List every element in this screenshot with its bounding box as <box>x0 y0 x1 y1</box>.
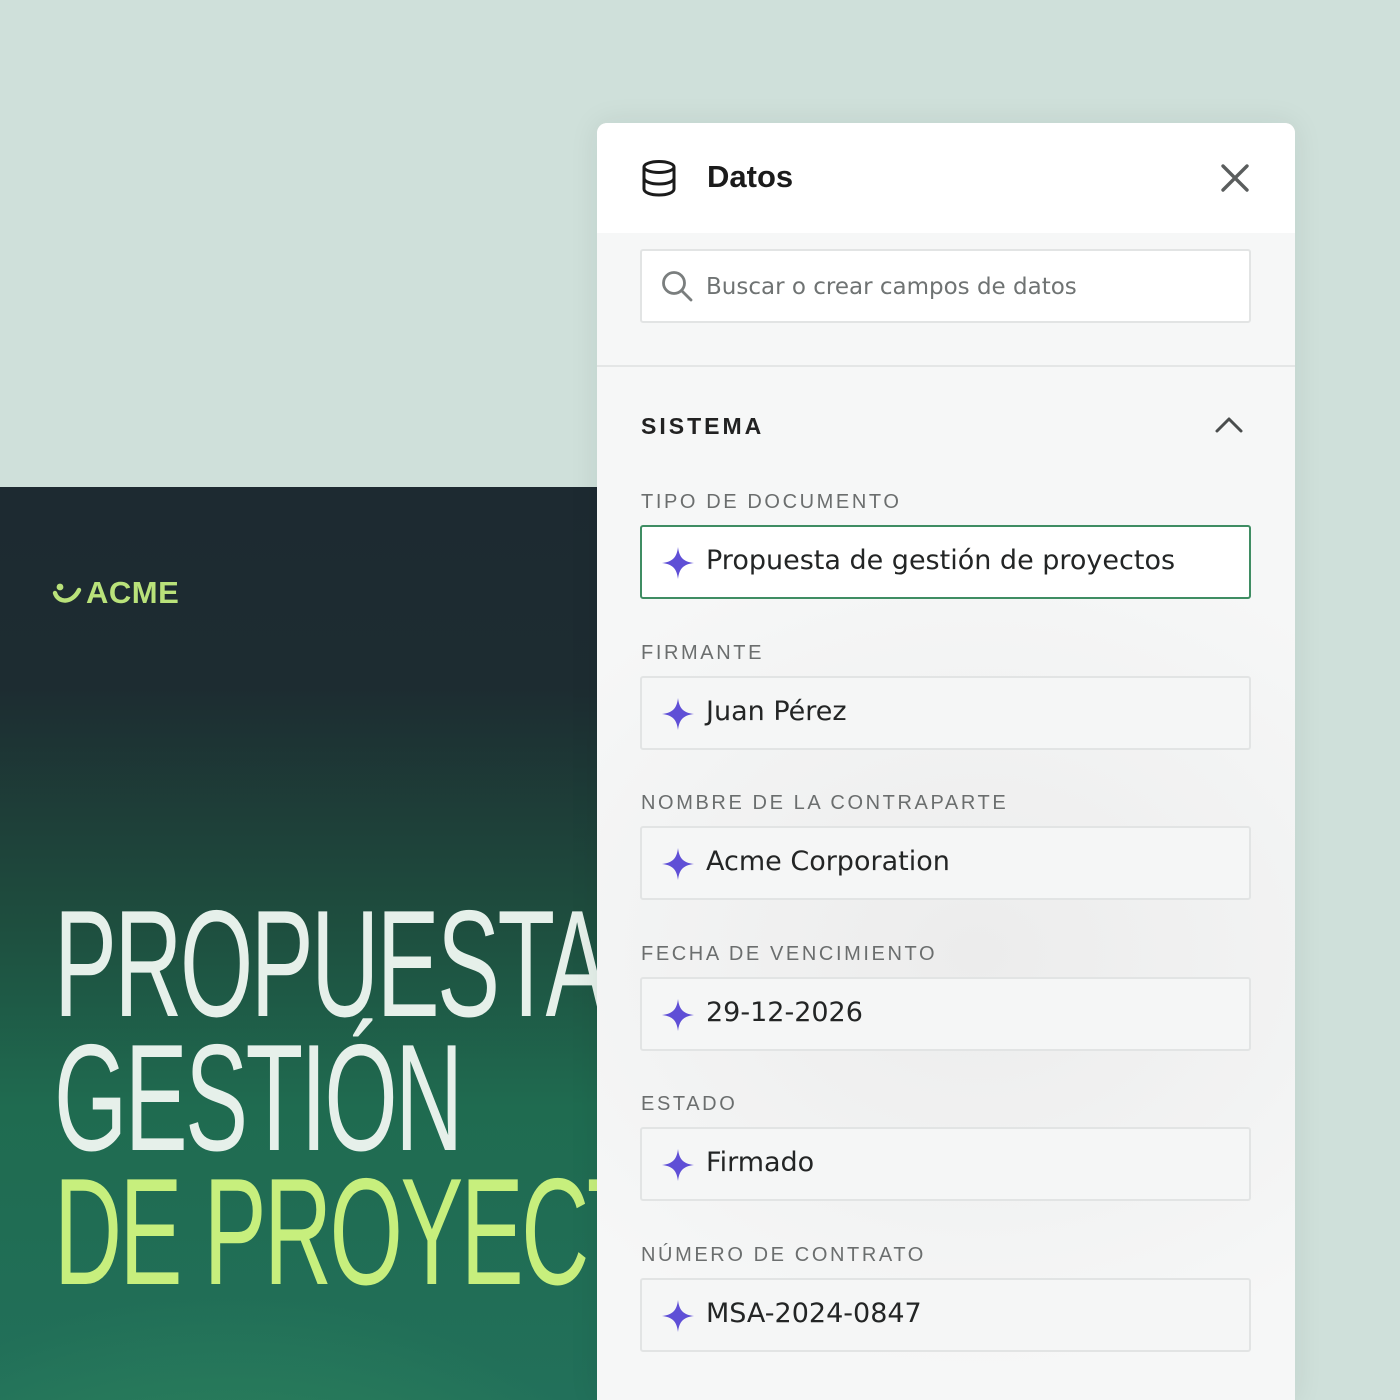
data-field: FIRMANTE Juan Pérez <box>640 638 1251 750</box>
ai-sparkle-icon <box>662 1299 694 1332</box>
data-field: FECHA DE VENCIMIENTO 29-12-2026 <box>640 939 1251 1051</box>
field-label: NOMBRE DE LA CONTRAPARTE <box>641 792 1009 814</box>
ai-sparkle-icon <box>662 998 694 1031</box>
field-value: 29-12-2026 <box>706 996 863 1028</box>
data-field: TIPO DE DOCUMENTO Propuesta de gestión de… <box>640 487 1251 599</box>
panel-title: Datos <box>707 159 794 194</box>
brand-name: ACME <box>86 575 180 610</box>
section-title: SISTEMA <box>641 413 765 439</box>
data-panel: Datos SISTEMA TIPO DE DOCUMENTO Propuesta… <box>597 123 1295 1400</box>
section-header-sistema[interactable]: SISTEMA <box>641 407 1251 447</box>
search-box[interactable] <box>640 249 1251 323</box>
field-value-box[interactable]: Firmado <box>640 1127 1251 1201</box>
database-icon <box>642 160 676 197</box>
field-value: Propuesta de gestión de proyectos <box>706 545 1176 576</box>
search-input[interactable] <box>706 265 1236 309</box>
field-label: NÚMERO DE CONTRATO <box>641 1243 926 1266</box>
field-value: Firmado <box>706 1147 815 1178</box>
ai-sparkle-icon <box>662 1149 694 1181</box>
field-label: TIPO DE DOCUMENTO <box>641 491 902 513</box>
search-icon <box>662 271 693 302</box>
panel-header: Datos <box>597 123 1295 233</box>
acme-smile-icon <box>52 583 82 603</box>
data-field: ESTADO Firmado <box>640 1089 1251 1201</box>
field-value: Acme Corporation <box>706 846 950 877</box>
field-value-box[interactable]: MSA-2024-0847 <box>640 1277 1251 1352</box>
close-icon[interactable] <box>1217 160 1253 196</box>
field-value-box[interactable]: Acme Corporation <box>640 826 1251 900</box>
ai-sparkle-icon <box>662 697 694 730</box>
field-value: Juan Pérez <box>706 695 847 727</box>
data-field: NOMBRE DE LA CONTRAPARTE Acme Corporation <box>640 788 1251 900</box>
field-value: MSA-2024-0847 <box>706 1297 922 1329</box>
ai-sparkle-icon <box>662 848 694 880</box>
document-preview: ACME PROPUESTA GESTIÓN DE PROYECT <box>0 487 640 1400</box>
document-title: PROPUESTA GESTIÓN DE PROYECT <box>54 879 640 1317</box>
ai-sparkle-icon <box>662 547 694 579</box>
field-value-box[interactable]: 29-12-2026 <box>640 976 1251 1051</box>
chevron-up-icon[interactable] <box>1213 411 1245 439</box>
document-title-line-3: DE PROYECT <box>54 1147 640 1317</box>
field-value-box[interactable]: Propuesta de gestión de proyectos <box>640 525 1251 599</box>
field-value-box[interactable]: Juan Pérez <box>640 675 1251 750</box>
document-title-line-1: PROPUESTA <box>54 879 608 1049</box>
field-label: FECHA DE VENCIMIENTO <box>641 942 938 965</box>
data-field: NÚMERO DE CONTRATO MSA-2024-0847 <box>640 1240 1251 1352</box>
search-area <box>597 233 1295 367</box>
field-label: FIRMANTE <box>641 641 765 664</box>
document-title-line-2: GESTIÓN <box>54 1013 463 1183</box>
field-label: ESTADO <box>641 1093 738 1115</box>
brand-logo: ACME <box>52 575 179 611</box>
